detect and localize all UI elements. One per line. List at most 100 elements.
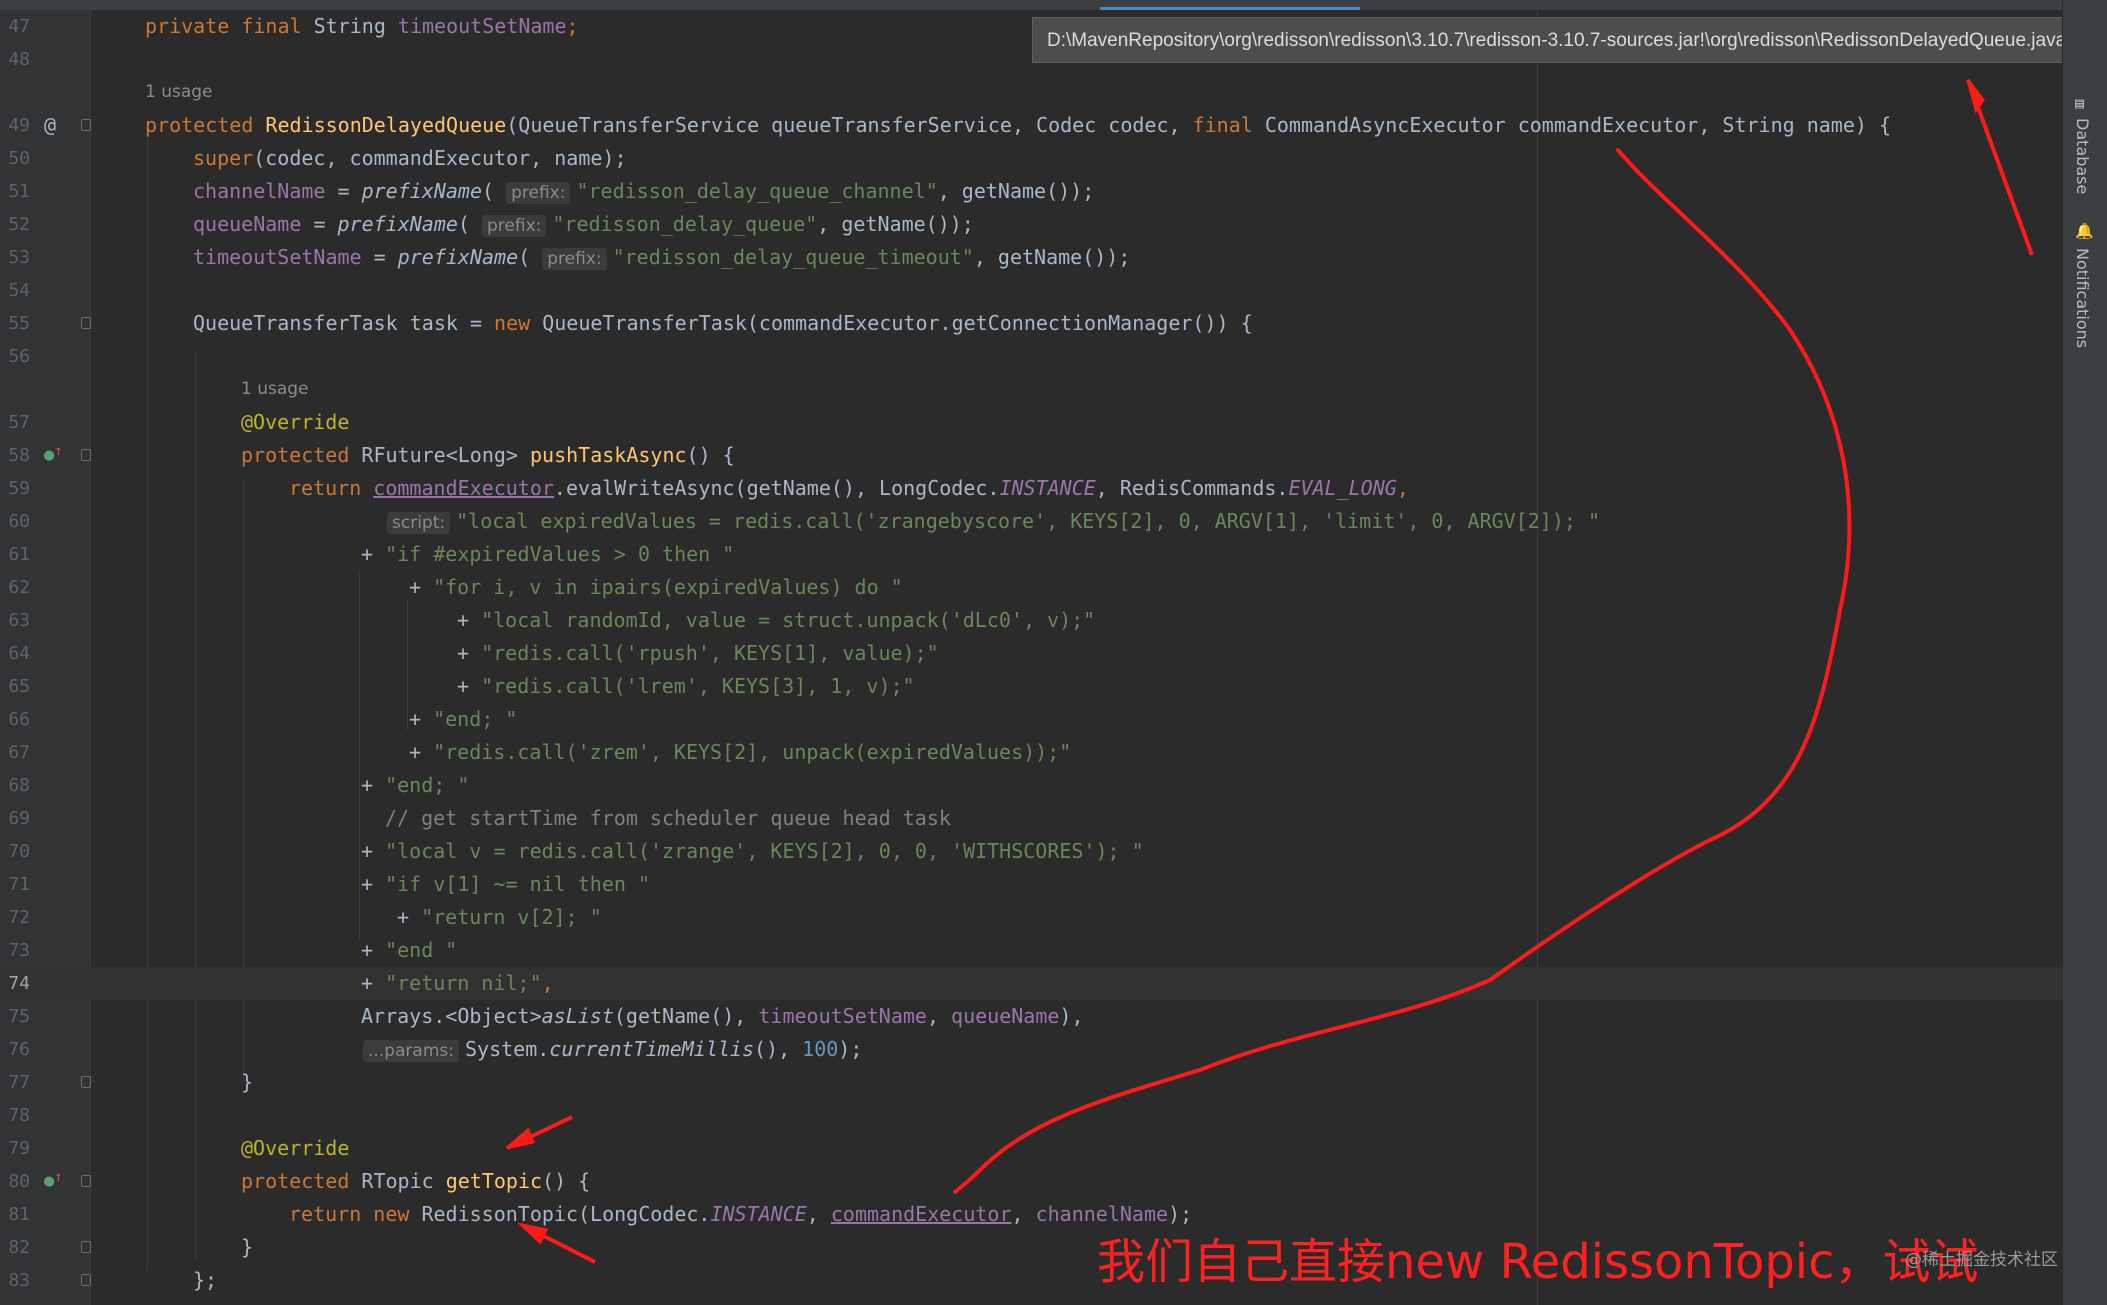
code-text: protected RTopic getTopic() { xyxy=(241,1169,591,1193)
line-number: 59 xyxy=(8,478,30,499)
code-text: channelName = prefixName( prefix: "rediss… xyxy=(193,179,1095,204)
fold-marker-icon[interactable] xyxy=(81,1241,91,1253)
code-text: private final String timeoutSetName; xyxy=(145,14,579,38)
line-number: 67 xyxy=(8,742,30,763)
line-number: 79 xyxy=(8,1138,30,1159)
code-text: + "redis.call('rpush', KEYS[1], value);" xyxy=(457,641,939,665)
line-number: 61 xyxy=(8,544,30,565)
annotation-text: 我们自己直接new RedissonTopic，试试 xyxy=(1097,1234,1979,1290)
code-text: + "if #expiredValues > 0 then " xyxy=(361,542,735,566)
code-text: + "end; " xyxy=(361,773,470,797)
line-number: 83 xyxy=(8,1270,30,1291)
code-line: 67 + "redis.call('zrem', KEYS[2], unpack… xyxy=(0,736,2062,769)
code-text: + "return v[2]; " xyxy=(397,905,602,929)
code-line: 68 + "end; " xyxy=(0,769,2062,802)
code-text: @Override xyxy=(241,1136,350,1160)
code-line: 72 + "return v[2]; " xyxy=(0,901,2062,934)
code-line: 66 + "end; " xyxy=(0,703,2062,736)
code-line-current: 74 + "return nil;", xyxy=(0,967,2062,1000)
line-number: 54 xyxy=(8,280,30,301)
line-number: 69 xyxy=(8,808,30,829)
line-number: 60 xyxy=(8,511,30,532)
code-text: protected RedissonDelayedQueue(QueueTran… xyxy=(145,113,1891,137)
line-number: 50 xyxy=(8,148,30,169)
line-number: 75 xyxy=(8,1006,30,1027)
code-line: 75 Arrays.<Object>asList(getName(), time… xyxy=(0,1000,2062,1033)
code-line: 56 xyxy=(0,340,2062,373)
line-number: 58 xyxy=(8,445,30,466)
code-text: + "local v = redis.call('zrange', KEYS[2… xyxy=(361,839,1144,863)
line-number: 76 xyxy=(8,1039,30,1060)
code-line: 57 @Override xyxy=(0,406,2062,439)
code-text: + "end; " xyxy=(409,707,518,731)
code-text: protected RFuture<Long> pushTaskAsync() … xyxy=(241,443,735,467)
line-number: 56 xyxy=(8,346,30,367)
code-text: ...params: System.currentTimeMillis(), 10… xyxy=(363,1033,862,1068)
line-number: 74 xyxy=(8,973,30,994)
line-number: 57 xyxy=(8,412,30,433)
code-line: 50 super(codec, commandExecutor, name); xyxy=(0,142,2062,175)
code-editor[interactable]: 47 private final String timeoutSetName; … xyxy=(0,0,2062,1305)
line-number: 52 xyxy=(8,214,30,235)
code-line: 54 xyxy=(0,274,2062,307)
code-text: + "redis.call('lrem', KEYS[3], 1, v);" xyxy=(457,674,915,698)
usage-hint[interactable]: 1 usage xyxy=(241,373,309,406)
code-text: queueName = prefixName( prefix: "redisson… xyxy=(193,212,974,237)
line-number: 80 xyxy=(8,1171,30,1192)
file-path-tooltip: D:\MavenRepository\org\redisson\redisson… xyxy=(1032,17,2090,63)
code-text: } xyxy=(241,1070,254,1094)
fold-marker-icon[interactable] xyxy=(81,1076,91,1088)
code-line: 51 channelName = prefixName( prefix: "red… xyxy=(0,175,2062,208)
code-line: 59 return commandExecutor.evalWriteAsync… xyxy=(0,472,2062,505)
code-line: 52 queueName = prefixName( prefix: "redis… xyxy=(0,208,2062,241)
param-hint: prefix: xyxy=(506,182,571,204)
line-number: 64 xyxy=(8,643,30,664)
code-text: } xyxy=(241,1235,254,1259)
override-method-icon[interactable]: ●↑ xyxy=(44,439,63,473)
code-text: return commandExecutor.evalWriteAsync(ge… xyxy=(289,476,1409,500)
param-hint: script: xyxy=(387,512,451,534)
fold-marker-icon[interactable] xyxy=(81,1274,91,1286)
line-number: 62 xyxy=(8,577,30,598)
fold-marker-icon[interactable] xyxy=(81,1175,91,1187)
param-hint: ...params: xyxy=(363,1040,459,1062)
code-line: 61 + "if #expiredValues > 0 then " xyxy=(0,538,2062,571)
database-tool-button[interactable]: Database xyxy=(2073,118,2092,194)
line-number: 68 xyxy=(8,775,30,796)
code-text: return new RedissonTopic(LongCodec.INSTA… xyxy=(289,1202,1193,1226)
line-number: 81 xyxy=(8,1204,30,1225)
param-hint: prefix: xyxy=(542,248,607,270)
code-line: 70 + "local v = redis.call('zrange', KEY… xyxy=(0,835,2062,868)
line-number: 48 xyxy=(8,49,30,70)
line-number: 82 xyxy=(8,1237,30,1258)
usage-hint[interactable]: 1 usage xyxy=(145,76,213,109)
code-line: 64 + "redis.call('rpush', KEYS[1], value… xyxy=(0,637,2062,670)
code-line: 58 ●↑ protected RFuture<Long> pushTaskAs… xyxy=(0,439,2062,472)
code-text: QueueTransferTask task = new QueueTransf… xyxy=(193,311,1253,335)
fold-marker-icon[interactable] xyxy=(81,449,91,461)
line-number: 53 xyxy=(8,247,30,268)
code-line: 62 + "for i, v in ipairs(expiredValues) … xyxy=(0,571,2062,604)
code-text: + "for i, v in ipairs(expiredValues) do … xyxy=(409,575,903,599)
line-number: 51 xyxy=(8,181,30,202)
inlay-usage-line: 1 usage xyxy=(0,373,2062,406)
code-comment: // get startTime from scheduler queue he… xyxy=(385,806,951,830)
line-number: 63 xyxy=(8,610,30,631)
notifications-tool-button[interactable]: Notifications xyxy=(2073,248,2092,348)
code-text: script: "local expiredValues = redis.call… xyxy=(387,505,1600,540)
code-text: }; xyxy=(193,1268,218,1292)
code-line: 63 + "local randomId, value = struct.unp… xyxy=(0,604,2062,637)
database-icon: ▤ xyxy=(2075,94,2085,112)
at-override-icon[interactable]: @ xyxy=(44,109,56,142)
code-text: + "local randomId, value = struct.unpack… xyxy=(457,608,1096,632)
code-text: @Override xyxy=(241,410,350,434)
override-method-icon[interactable]: ●↑ xyxy=(44,1165,63,1199)
code-line: 76 ...params: System.currentTimeMillis(),… xyxy=(0,1033,2062,1066)
fold-marker-icon[interactable] xyxy=(81,317,91,329)
line-number: 49 xyxy=(8,115,30,136)
fold-marker-icon[interactable] xyxy=(81,119,91,131)
code-line: 73 + "end " xyxy=(0,934,2062,967)
code-line: 80 ●↑ protected RTopic getTopic() { xyxy=(0,1165,2062,1198)
line-number: 55 xyxy=(8,313,30,334)
code-line: 71 + "if v[1] ~= nil then " xyxy=(0,868,2062,901)
